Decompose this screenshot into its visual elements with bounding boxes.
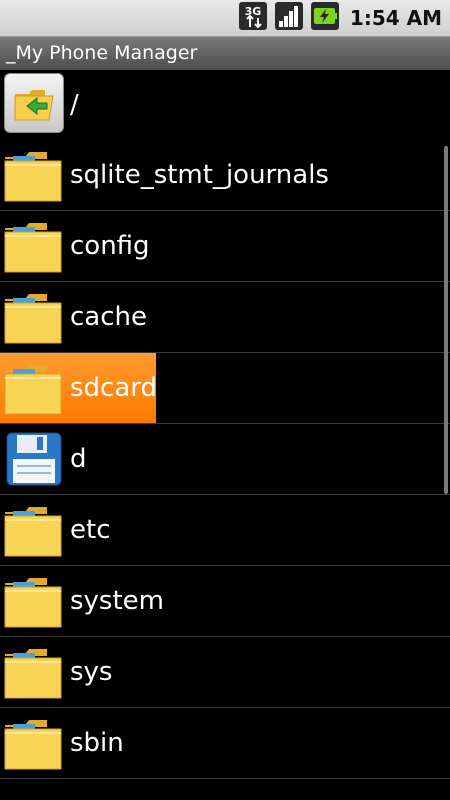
svg-text:3G: 3G: [245, 5, 262, 18]
network-3g-icon: 3G: [238, 1, 268, 35]
list-bottom-edge: [0, 786, 450, 800]
list-item-sqlite-stmt-journals[interactable]: sqlite_stmt_journals: [0, 140, 450, 211]
list-item-d[interactable]: d: [0, 424, 450, 495]
list-item-label: config: [70, 231, 150, 261]
folder-icon: [3, 358, 65, 418]
scrollbar[interactable]: [444, 146, 448, 494]
signal-strength-icon: [274, 1, 304, 35]
folder-icon: [3, 571, 65, 631]
list-item-sdcard[interactable]: sdcard: [0, 353, 450, 424]
list-item-label: system: [70, 586, 164, 616]
list-item-system[interactable]: system: [0, 566, 450, 637]
folder-icon: [3, 287, 65, 347]
status-bar: 3G 1:54 AM: [0, 0, 450, 37]
list-item-label: sqlite_stmt_journals: [70, 160, 329, 190]
list-item-sys[interactable]: sys: [0, 637, 450, 708]
list-item-sbin[interactable]: sbin: [0, 708, 450, 779]
phone-screen: 3G 1:54 AM _My Phone Manager / sqlite_st…: [0, 0, 450, 800]
list-item-label: sys: [70, 657, 113, 687]
folder-icon: [3, 500, 65, 560]
title-bar: _My Phone Manager: [0, 37, 450, 71]
list-item-label: sbin: [70, 728, 124, 758]
list-item-config[interactable]: config: [0, 211, 450, 282]
list-item-etc[interactable]: etc: [0, 495, 450, 566]
list-item-label: d: [70, 444, 87, 474]
up-folder-button[interactable]: [4, 73, 64, 133]
file-list: sqlite_stmt_journalsconfig cache sdcard d et…: [0, 140, 450, 779]
floppy-disk-icon: [3, 429, 65, 489]
status-icons: 3G 1:54 AM: [238, 0, 442, 36]
folder-icon: [3, 145, 65, 205]
list-item-label: sdcard: [70, 373, 158, 403]
folder-icon: [3, 713, 65, 773]
list-item-label: etc: [70, 515, 111, 545]
current-path: /: [70, 90, 79, 120]
list-item-label: cache: [70, 302, 147, 332]
app-title: _My Phone Manager: [6, 42, 198, 64]
battery-charging-icon: [310, 1, 340, 35]
folder-icon: [3, 642, 65, 702]
folder-icon: [3, 216, 65, 276]
status-time: 1:54 AM: [349, 6, 442, 30]
path-row: /: [0, 70, 450, 138]
list-item-cache[interactable]: cache: [0, 282, 450, 353]
